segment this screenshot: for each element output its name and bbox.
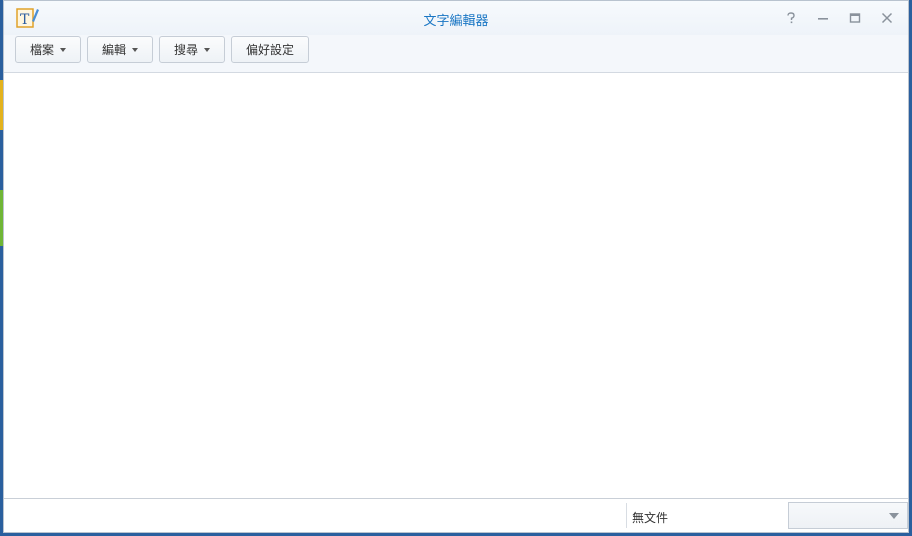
- search-menu-label: 搜尋: [173, 43, 198, 57]
- search-menu-button[interactable]: 搜尋: [159, 36, 225, 63]
- text-editing-area[interactable]: [4, 73, 908, 499]
- file-menu-button[interactable]: 檔案: [15, 36, 81, 63]
- chevron-down-icon: [60, 47, 66, 52]
- maximize-icon[interactable]: [844, 9, 866, 27]
- edit-menu-label: 編輯: [101, 43, 126, 57]
- close-icon[interactable]: [876, 9, 898, 27]
- minimize-icon[interactable]: [812, 9, 834, 27]
- status-bar: 無文件: [4, 498, 908, 532]
- status-divider: [626, 503, 627, 528]
- edit-menu-button[interactable]: 編輯: [87, 36, 153, 63]
- window-title: 文字編輯器: [423, 14, 489, 29]
- help-icon[interactable]: [780, 9, 802, 27]
- preferences-button[interactable]: 偏好設定: [231, 36, 309, 63]
- encoding-select[interactable]: [788, 502, 908, 529]
- preferences-label: 偏好設定: [245, 43, 294, 57]
- chevron-down-icon: [132, 47, 138, 52]
- document-status: 無文件: [632, 511, 669, 525]
- chevron-down-icon: [204, 47, 210, 52]
- file-menu-label: 檔案: [29, 43, 54, 57]
- toolbar: 檔案 編輯 搜尋 偏好設定: [4, 35, 908, 73]
- chevron-down-icon: [889, 513, 899, 519]
- text-editor-window: T 文字編輯器 檔案 編輯 搜尋 偏好設定 無文件: [3, 0, 909, 533]
- title-bar[interactable]: T 文字編輯器: [4, 1, 908, 35]
